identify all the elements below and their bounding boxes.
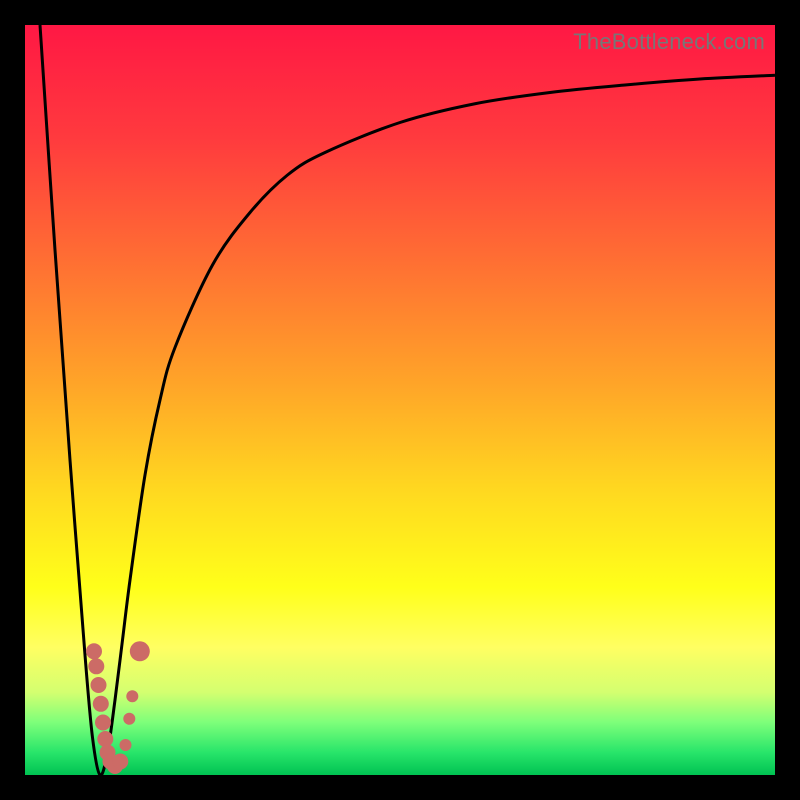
data-marker	[95, 715, 111, 731]
data-marker	[120, 739, 132, 751]
data-marker	[88, 658, 104, 674]
data-marker	[130, 641, 150, 661]
bottleneck-curve-path	[40, 25, 775, 775]
data-marker	[97, 731, 113, 747]
curve-layer	[25, 25, 775, 775]
data-marker	[123, 713, 135, 725]
data-marker	[93, 696, 109, 712]
data-marker	[112, 754, 128, 770]
data-marker	[91, 677, 107, 693]
chart-frame: TheBottleneck.com	[0, 0, 800, 800]
data-marker	[126, 690, 138, 702]
data-marker	[86, 643, 102, 659]
plot-area: TheBottleneck.com	[25, 25, 775, 775]
